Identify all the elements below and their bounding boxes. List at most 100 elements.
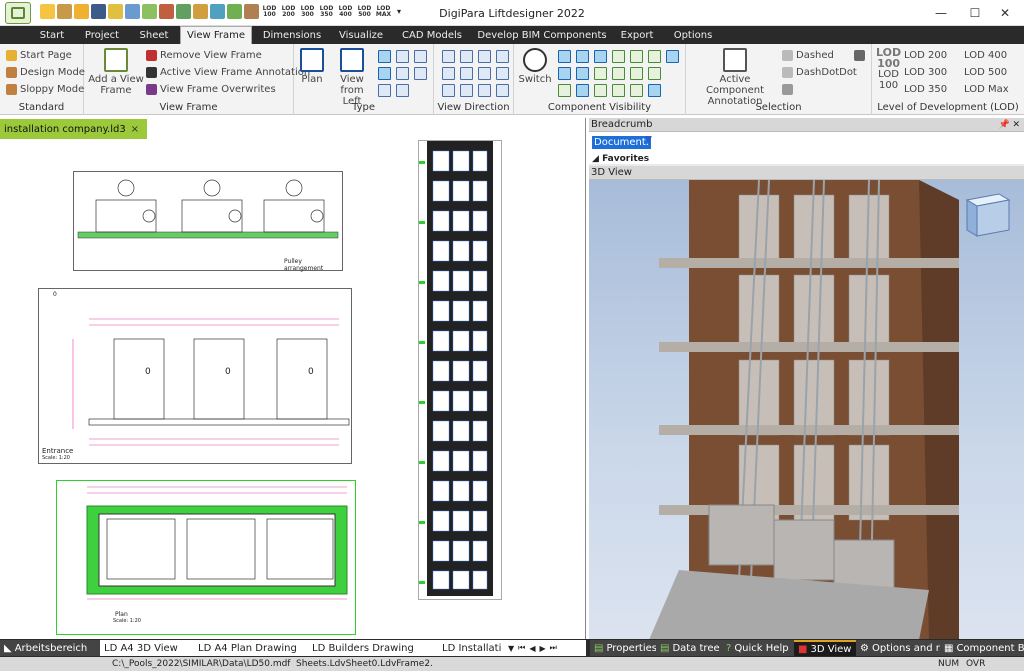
tab-cad-models[interactable]: CAD Models	[394, 26, 470, 44]
tab-component-bl[interactable]: ▦Component Bl...	[940, 640, 1024, 656]
visibility-motor-icon[interactable]	[630, 67, 643, 80]
qat-lod-200[interactable]: LOD 200	[280, 5, 297, 18]
tab-ld-installati[interactable]: LD Installati	[438, 640, 504, 656]
next-tab-icon[interactable]: ▶	[540, 644, 546, 653]
dashed-button[interactable]: Dashed	[782, 50, 834, 61]
visibility-guide-icon[interactable]	[612, 50, 625, 63]
visibility-rail-icon[interactable]	[594, 50, 607, 63]
direction-11-icon[interactable]	[478, 84, 491, 97]
direction-2-icon[interactable]	[460, 50, 473, 63]
visibility-check-icon[interactable]	[612, 84, 625, 97]
tab-sheet[interactable]: Sheet	[132, 26, 176, 44]
view-section-icon[interactable]	[378, 84, 391, 97]
document-tab[interactable]: installation company.ld3 ×	[0, 119, 147, 139]
lod-400-button[interactable]: LOD 400	[964, 50, 1007, 61]
view-back-icon[interactable]	[414, 50, 427, 63]
customize-qat-icon[interactable]: ▾	[397, 7, 401, 16]
visibility-panel-icon[interactable]	[666, 50, 679, 63]
view-iso-icon[interactable]	[396, 67, 409, 80]
lod-200-button[interactable]: LOD 200	[904, 50, 947, 61]
view-right-icon[interactable]	[396, 50, 409, 63]
visibility-door-icon[interactable]	[576, 50, 589, 63]
search-icon[interactable]	[108, 4, 123, 19]
tab-project[interactable]: Project	[78, 26, 126, 44]
lod-300-button[interactable]: LOD 300	[904, 67, 947, 78]
tab-properties[interactable]: ▤ Properties	[590, 640, 657, 656]
first-tab-icon[interactable]: ⏮	[518, 643, 525, 653]
refresh-icon[interactable]	[142, 4, 157, 19]
chevron-down-icon[interactable]: ▼	[645, 135, 652, 145]
tab-3d-view[interactable]: ■ 3D View	[794, 640, 856, 656]
design-mode-button[interactable]: Design Mode	[6, 67, 85, 78]
visibility-shaft-icon[interactable]	[576, 84, 589, 97]
sheet-icon[interactable]	[193, 4, 208, 19]
settings-button[interactable]	[854, 50, 868, 61]
lod-350-button[interactable]: LOD 350	[904, 84, 947, 95]
save-icon[interactable]	[91, 4, 106, 19]
tab-ld-a4-plan-drawing[interactable]: LD A4 Plan Drawing	[194, 640, 308, 656]
tab-quick-help[interactable]: ? Quick Help	[722, 640, 794, 656]
dashdotdot-button[interactable]: DashDotDot	[782, 67, 857, 78]
visibility-lamp-icon[interactable]	[630, 84, 643, 97]
drawing-canvas[interactable]: Pulley arrangement 0 0 0 0 Entrance Scal…	[0, 118, 586, 639]
tab-scroll-controls[interactable]: ▼ ⏮ ◀ ▶ ⏭	[504, 640, 586, 656]
tab-develop-bim[interactable]: Develop BIM Components	[474, 26, 610, 44]
qat-lod-100[interactable]: LOD 100	[261, 5, 278, 18]
sloppy-mode-button[interactable]: Sloppy Mode	[6, 84, 84, 95]
visibility-person-icon[interactable]	[630, 50, 643, 63]
brush-button[interactable]	[782, 84, 796, 95]
open-icon[interactable]	[57, 4, 72, 19]
direction-4-icon[interactable]	[496, 50, 509, 63]
lod-500-button[interactable]: LOD 500	[964, 67, 1007, 78]
lod-100-big-button[interactable]: LOD 100 LOD 100	[876, 47, 901, 91]
visibility-frame-icon[interactable]	[648, 50, 661, 63]
switch-button[interactable]: Switch	[518, 48, 552, 85]
visibility-buffer-icon[interactable]	[558, 67, 571, 80]
favorites-header[interactable]: ◢ Favorites	[592, 154, 649, 164]
view-flag-icon[interactable]	[414, 67, 427, 80]
tab-options-and-r[interactable]: ⚙Options and r...	[856, 640, 940, 656]
folder-icon[interactable]	[74, 4, 89, 19]
tab-arbeitsbereich[interactable]: ◣ Arbeitsbereich	[0, 640, 100, 656]
view-from-left-button[interactable]: View from Left	[330, 48, 374, 107]
direction-1-icon[interactable]	[442, 50, 455, 63]
builders-drawing-view[interactable]	[418, 140, 502, 600]
add-view-frame-button[interactable]: Add a View Frame	[88, 48, 144, 96]
close-panel-icon[interactable]: ✕	[1012, 118, 1020, 132]
view3d-viewport[interactable]	[589, 180, 1024, 640]
tab-export[interactable]: Export	[614, 26, 660, 44]
active-view-frame-annotation-button[interactable]: Active View Frame Annotation	[146, 67, 310, 78]
direction-6-icon[interactable]	[460, 67, 473, 80]
tab-ld-a4-3d-view[interactable]: LD A4 3D View	[100, 640, 194, 656]
data-icon[interactable]	[210, 4, 225, 19]
tools-icon[interactable]	[125, 4, 140, 19]
report-icon[interactable]	[176, 4, 191, 19]
direction-12-icon[interactable]	[496, 84, 509, 97]
last-tab-icon[interactable]: ⏭	[550, 643, 557, 653]
table-icon[interactable]	[244, 4, 259, 19]
visibility-wall-icon[interactable]	[648, 84, 661, 97]
active-component-annotation-button[interactable]: Active Component Annotation	[690, 48, 780, 107]
tab-data-tree[interactable]: ▤ Data tree	[656, 640, 722, 656]
qat-lod-300[interactable]: LOD 300	[299, 5, 316, 18]
view-front-icon[interactable]	[378, 50, 391, 63]
tab-options[interactable]: Options	[666, 26, 720, 44]
app-menu-button[interactable]	[5, 2, 31, 24]
breadcrumb-document[interactable]: Document.	[592, 136, 651, 149]
close-document-icon[interactable]: ×	[131, 124, 139, 135]
direction-9-icon[interactable]	[442, 84, 455, 97]
direction-5-icon[interactable]	[442, 67, 455, 80]
tab-view-frame[interactable]: View Frame	[180, 26, 252, 44]
entrance-view[interactable]: 0 0 0 0 Entrance Scale: 1:20	[38, 288, 352, 464]
qat-lod-400[interactable]: LOD 400	[337, 5, 354, 18]
direction-7-icon[interactable]	[478, 67, 491, 80]
visibility-car-icon[interactable]	[558, 50, 571, 63]
close-button[interactable]: ✕	[986, 0, 1024, 26]
plan-button[interactable]: Plan	[298, 48, 326, 85]
direction-10-icon[interactable]	[460, 84, 473, 97]
visibility-gear-icon[interactable]	[594, 84, 607, 97]
direction-8-icon[interactable]	[496, 67, 509, 80]
start-page-button[interactable]: Start Page	[6, 50, 72, 61]
formula-icon[interactable]	[227, 4, 242, 19]
visibility-tree-icon[interactable]	[576, 67, 589, 80]
